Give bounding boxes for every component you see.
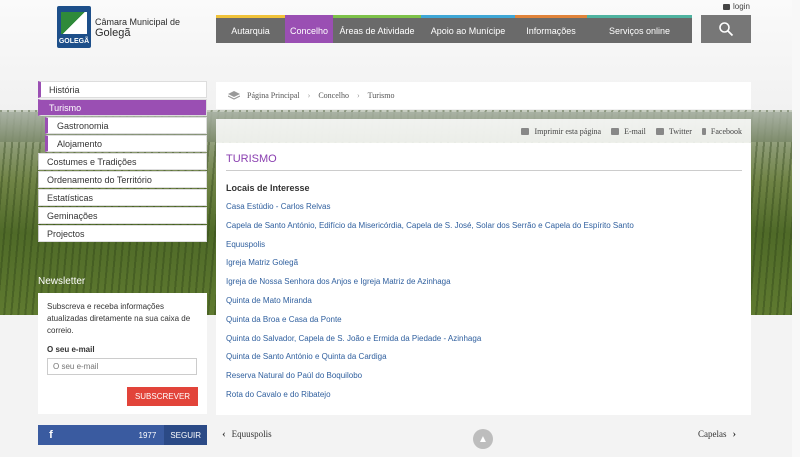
newsletter-box: Subscreva e receba informações atualizad…	[38, 293, 207, 414]
facebook-share-link[interactable]: Facebook	[701, 126, 742, 136]
chevron-left-icon: ‹	[222, 428, 226, 440]
email-label: O seu e-mail	[47, 345, 95, 354]
back-to-top-button[interactable]: ▲	[473, 429, 493, 449]
list-item-link[interactable]: Quinta de Mato Miranda	[226, 295, 741, 314]
page-title: TURISMO	[226, 153, 277, 165]
sidebar-item-gastronomia[interactable]: Gastronomia	[45, 117, 207, 134]
nav-concelho[interactable]: Concelho	[285, 15, 333, 43]
twitter-link[interactable]: Twitter	[655, 126, 692, 136]
lock-icon	[723, 4, 730, 10]
facebook-label: Facebook	[710, 126, 742, 136]
email-field[interactable]	[47, 358, 197, 375]
search-icon	[719, 22, 734, 37]
chevron-right-icon: ›	[357, 91, 360, 100]
login-link[interactable]: login	[723, 2, 750, 11]
chevron-up-icon: ▲	[478, 433, 488, 445]
list-item-link[interactable]: Casa Estúdio - Carlos Relvas	[226, 201, 741, 220]
nav-label: Autarquia	[231, 25, 270, 36]
nav-label: Serviços online	[608, 25, 671, 36]
email-label: E-mail	[624, 126, 646, 136]
sidebar-item-historia[interactable]: História	[38, 81, 207, 98]
layers-icon	[228, 90, 240, 100]
facebook-icon	[701, 127, 706, 135]
facebook-follow-button[interactable]: SEGUIR	[164, 425, 207, 445]
list-item-link[interactable]: Quinta da Broa e Casa da Ponte	[226, 314, 741, 333]
breadcrumb: Página Principal › Concelho › Turismo	[216, 82, 751, 109]
list-item-link[interactable]: Rota do Cavalo e do Ribatejo	[226, 389, 741, 408]
login-label: login	[733, 2, 750, 11]
envelope-icon	[611, 127, 620, 135]
breadcrumb-concelho[interactable]: Concelho	[318, 91, 349, 100]
nav-servicos-online[interactable]: Serviços online	[587, 15, 692, 43]
sidebar-item-estatisticas[interactable]: Estatísticas	[38, 189, 207, 206]
sidebar-item-turismo[interactable]: Turismo	[38, 99, 207, 116]
previous-page-link[interactable]: ‹ Equuspolis	[216, 428, 272, 440]
list-item-link[interactable]: Capela de Santo António, Edifício da Mis…	[226, 220, 741, 239]
list-item-link[interactable]: Reserva Natural do Paúl do Boquilobo	[226, 370, 741, 389]
nav-label: Áreas de Atividade	[339, 25, 415, 36]
list-item-link[interactable]: Quinta de Santo António e Quinta da Card…	[226, 351, 741, 370]
chevron-right-icon: ›	[307, 91, 311, 100]
breadcrumb-current: Turismo	[367, 91, 395, 100]
nav-label: Apoio ao Munícipe	[430, 25, 506, 36]
sidebar-item-geminacoes[interactable]: Geminações	[38, 207, 207, 224]
search-button[interactable]	[701, 15, 751, 43]
facebook-icon: f	[49, 429, 53, 441]
site-title-line2: Golegã	[95, 27, 131, 39]
print-link[interactable]: Imprimir esta página	[521, 127, 601, 136]
list-item-link[interactable]: Equuspolis	[226, 239, 741, 258]
nav-apoio-ao-municipe[interactable]: Apoio ao Munícipe	[421, 15, 515, 43]
nav-label: Concelho	[289, 25, 329, 36]
nav-areas-de-atividade[interactable]: Áreas de Atividade	[333, 15, 421, 43]
newsletter-title: Newsletter	[38, 276, 86, 287]
chevron-right-icon: ›	[732, 428, 737, 440]
top-navigation: Autarquia Concelho Áreas de Atividade Ap…	[216, 15, 692, 43]
nav-label: Informações	[526, 25, 576, 36]
email-link[interactable]: E-mail	[611, 127, 646, 136]
nav-autarquia[interactable]: Autarquia	[216, 15, 285, 43]
subscribe-button[interactable]: SUBSCREVER	[127, 387, 198, 406]
print-label: Imprimir esta página	[534, 126, 602, 136]
sidebar-item-costumes-e-tradicoes[interactable]: Costumes e Tradições	[38, 153, 207, 170]
logo-emblem	[61, 12, 87, 34]
main-content: TURISMO Locais de Interesse Casa Estúdio…	[216, 143, 751, 415]
site-title[interactable]: Câmara Municipal de Golegã	[95, 17, 180, 39]
scrollbar-track[interactable]	[792, 0, 800, 457]
sidebar-menu: História Turismo Gastronomia Alojamento …	[38, 81, 207, 243]
municipality-logo[interactable]: GOLEGÃ	[57, 6, 91, 48]
sidebar-item-alojamento[interactable]: Alojamento	[45, 135, 207, 152]
printer-icon	[521, 127, 530, 135]
interest-links-list: Casa Estúdio - Carlos Relvas Capela de S…	[226, 201, 741, 408]
sidebar-item-projectos[interactable]: Projectos	[38, 225, 207, 242]
twitter-label: Twitter	[668, 126, 692, 136]
facebook-follower-count: 1977	[138, 430, 157, 440]
nav-informacoes[interactable]: Informações	[515, 15, 587, 43]
page-tools: Imprimir esta página E-mail Twitter Face…	[216, 119, 751, 143]
breadcrumb-home[interactable]: Página Principal	[247, 91, 300, 100]
list-item-link[interactable]: Quinta do Salvador, Capela de S. João e …	[226, 333, 741, 352]
logo-word: GOLEGÃ	[58, 38, 90, 45]
next-page-link[interactable]: Capelas ›	[698, 428, 742, 440]
next-page-label: Capelas	[698, 429, 727, 439]
newsletter-text: Subscreva e receba informações atualizad…	[47, 302, 191, 335]
previous-page-label: Equuspolis	[231, 429, 272, 439]
sidebar-item-ordenamento-do-territorio[interactable]: Ordenamento do Território	[38, 171, 207, 188]
twitter-icon	[655, 127, 664, 135]
facebook-follow-bar[interactable]: f 1977 SEGUIR	[38, 425, 207, 445]
list-item-link[interactable]: Igreja de Nossa Senhora dos Anjos e Igre…	[226, 276, 741, 295]
list-item-link[interactable]: Igreja Matriz Golegã	[226, 257, 741, 276]
section-heading: Locais de Interesse	[226, 183, 310, 193]
title-divider	[226, 170, 742, 171]
